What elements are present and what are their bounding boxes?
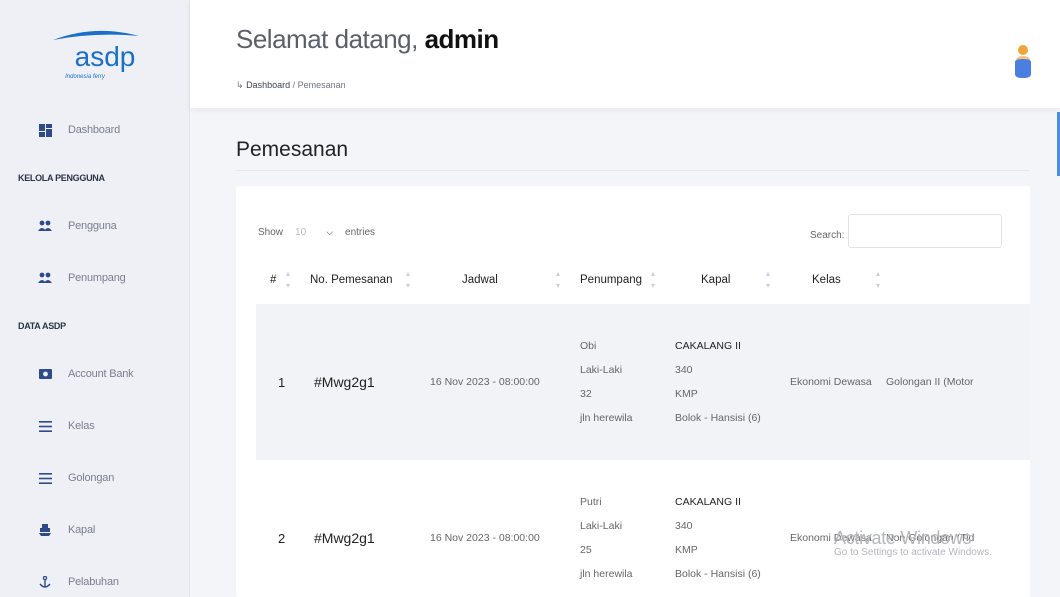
title-divider	[236, 170, 1030, 171]
windows-activation-watermark: Activate Windows Go to Settings to activ…	[834, 528, 992, 558]
entries-select[interactable]: 10 ⌵	[289, 222, 339, 242]
show-label: Show	[258, 226, 284, 238]
asdp-logo[interactable]: asdp Indonesia ferry	[0, 0, 189, 104]
column-header-no[interactable]: # ▴ ▾	[256, 256, 296, 304]
kapal-nama: CAKALANG II	[675, 340, 741, 352]
kapal-kode: 340	[675, 364, 693, 376]
sidebar-item-label: Pelabuhan	[68, 576, 119, 588]
breadcrumb: ↳ Dashboard / Pemesanan	[236, 80, 346, 91]
entries-label: entries	[345, 226, 376, 238]
cell-jadwal: 16 Nov 2023 - 08:00:00	[430, 532, 540, 544]
column-header-golongan	[886, 256, 1030, 304]
cell-kapal: CAKALANG II 340 KMP Bolok - Hansisi (6)	[661, 460, 776, 597]
penumpang-alamat: jln herewila	[580, 568, 633, 580]
column-header-kelas[interactable]: Kelas ▴ ▾	[776, 256, 886, 304]
kapal-jenis: KMP	[675, 544, 698, 556]
sidebar-item-label: Pengguna	[68, 220, 117, 232]
dashboard-grid-icon	[38, 123, 52, 137]
penumpang-nama: Putri	[580, 496, 602, 508]
sidebar-item-label: Penumpang	[68, 272, 126, 284]
penumpang-umur: 25	[580, 544, 592, 556]
penumpang-umur: 32	[580, 388, 592, 400]
entries-select-value: 10	[295, 226, 307, 238]
username: admin	[424, 24, 500, 54]
sidebar-item-label: Kapal	[68, 524, 96, 536]
kapal-nama: CAKALANG II	[675, 496, 741, 508]
table-header-row: # ▴ ▾ No. Pemesanan ▴ ▾ Jadwal ▴ ▾ Penumpang ▴ ▾…	[256, 256, 1030, 304]
welcome-text: Selamat datang,	[236, 24, 418, 54]
cell-golongan: Golongan II (Motor	[886, 304, 1030, 460]
cell-penumpang: Obi Laki-Laki 32 jln herewila	[566, 304, 661, 460]
top-header: Selamat datang, admin ↳ Dashboard / Peme…	[190, 0, 1060, 108]
asdp-logo-icon: asdp Indonesia ferry	[52, 30, 139, 80]
table-row: 1 #Mwg2g1 16 Nov 2023 - 08:00:00 Obi Lak…	[256, 304, 1030, 460]
sort-icon: ▴ ▾	[765, 269, 770, 290]
length-control: Show 10 ⌵ entries	[258, 222, 375, 242]
cell-kelas: Ekonomi Dewasa	[776, 304, 886, 460]
kapal-rute: Bolok - Hansisi (6)	[675, 412, 761, 424]
sidebar-item-label: Account Bank	[68, 368, 134, 380]
breadcrumb-dashboard-link[interactable]: Dashboard	[246, 80, 290, 90]
users-icon	[38, 219, 52, 233]
page-title: Pemesanan	[236, 138, 349, 161]
sort-icon: ▴ ▾	[285, 269, 290, 290]
column-header-kapal[interactable]: Kapal ▴ ▾	[661, 256, 776, 304]
cell-kapal: CAKALANG II 340 KMP Bolok - Hansisi (6)	[661, 304, 776, 460]
watermark-title: Activate Windows	[834, 528, 972, 548]
sort-icon: ▴ ▾	[650, 269, 655, 290]
cell-penumpang: Putri Laki-Laki 25 jln herewila	[566, 460, 661, 597]
welcome-message: Selamat datang, admin	[236, 24, 499, 55]
svg-text:asdp: asdp	[74, 41, 135, 72]
list-icon	[38, 419, 52, 433]
anchor-icon	[38, 575, 52, 589]
sidebar-item-kapal[interactable]: Kapal	[0, 504, 189, 556]
user-avatar-icon[interactable]	[1014, 44, 1032, 78]
money-icon	[38, 367, 52, 381]
sort-icon: ▴ ▾	[875, 269, 880, 290]
penumpang-jenis-kelamin: Laki-Laki	[580, 520, 623, 532]
sidebar-item-pelabuhan[interactable]: Pelabuhan	[0, 556, 189, 597]
chevron-down-icon: ⌵	[326, 226, 334, 237]
penumpang-jenis-kelamin: Laki-Laki	[580, 364, 623, 376]
sidebar-item-account-bank[interactable]: Account Bank	[0, 348, 189, 400]
svg-text:Indonesia ferry: Indonesia ferry	[65, 74, 106, 80]
kapal-kode: 340	[675, 520, 693, 532]
breadcrumb-current: Pemesanan	[297, 80, 346, 90]
sort-icon: ▴ ▾	[405, 269, 410, 290]
breadcrumb-arrow-icon: ↳	[236, 80, 244, 90]
column-header-jadwal[interactable]: Jadwal ▴ ▾	[416, 256, 566, 304]
sidebar: asdp Indonesia ferry Dashboard KELOLA PE…	[0, 0, 190, 597]
sidebar-item-label: Kelas	[68, 420, 95, 432]
cell-jadwal: 16 Nov 2023 - 08:00:00	[416, 304, 566, 460]
sort-icon: ▴ ▾	[555, 269, 560, 290]
sidebar-item-pengguna[interactable]: Pengguna	[0, 200, 189, 252]
list-icon	[38, 471, 52, 485]
cell-no: 2	[278, 530, 286, 546]
sidebar-item-golongan[interactable]: Golongan	[0, 452, 189, 504]
section-heading-kelola-pengguna: KELOLA PENGGUNA	[18, 173, 105, 183]
search-control: Search:	[810, 214, 1003, 248]
sidebar-item-label: Golongan	[68, 472, 115, 484]
search-input[interactable]	[848, 214, 1003, 248]
sidebar-nav: Dashboard KELOLA PENGGUNA Pengguna Penum…	[0, 104, 189, 597]
kapal-rute: Bolok - Hansisi (6)	[675, 568, 761, 580]
penumpang-alamat: jln herewila	[580, 412, 633, 424]
breadcrumb-separator: /	[290, 80, 298, 90]
section-heading-data-asdp: DATA ASDP	[18, 321, 66, 331]
kapal-jenis: KMP	[675, 388, 698, 400]
column-header-no-pemesanan[interactable]: No. Pemesanan ▴ ▾	[296, 256, 416, 304]
sidebar-item-kelas[interactable]: Kelas	[0, 400, 189, 452]
users-icon	[38, 271, 52, 285]
sidebar-item-dashboard[interactable]: Dashboard	[0, 104, 189, 156]
sidebar-item-label: Dashboard	[68, 124, 121, 136]
cell-kode-pemesanan: #Mwg2g1	[296, 304, 416, 460]
penumpang-nama: Obi	[580, 340, 597, 352]
ship-icon	[38, 523, 52, 537]
sidebar-item-penumpang[interactable]: Penumpang	[0, 252, 189, 304]
search-label: Search:	[810, 229, 845, 241]
column-header-penumpang[interactable]: Penumpang ▴ ▾	[566, 256, 661, 304]
cell-kode-pemesanan: #Mwg2g1	[314, 530, 375, 546]
watermark-subtitle: Go to Settings to activate Windows.	[834, 547, 992, 558]
cell-no: 1	[256, 304, 296, 460]
